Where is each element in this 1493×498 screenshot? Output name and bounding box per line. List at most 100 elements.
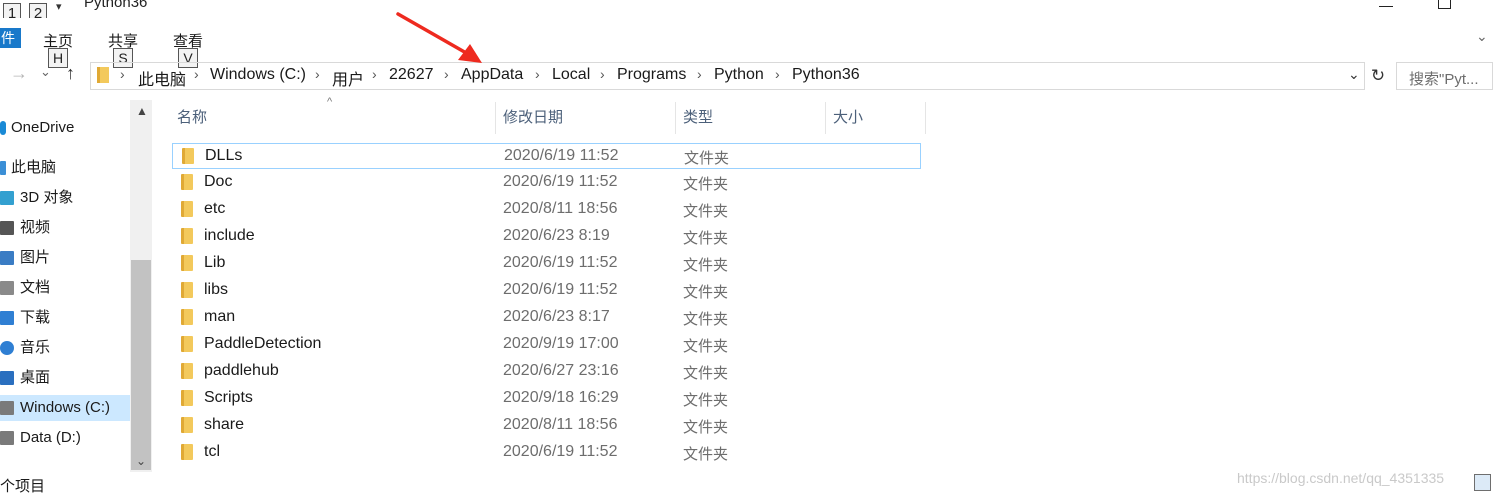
file-type: 文件夹 [683, 365, 729, 382]
column-header-name[interactable]: 名称 [177, 106, 207, 134]
file-date: 2020/6/19 11:52 [503, 254, 618, 271]
breadcrumb-users[interactable]: 用户 [332, 66, 364, 90]
nav-item[interactable]: 图片 [0, 245, 130, 271]
file-row[interactable]: man 2020/6/23 8:17 文件夹 [172, 305, 921, 331]
file-name: tcl [204, 443, 220, 460]
breadcrumb-python[interactable]: Python [714, 66, 764, 84]
file-type: 文件夹 [683, 338, 729, 355]
nav-item[interactable]: Windows (C:) [0, 395, 130, 421]
breadcrumb-drive-c[interactable]: Windows (C:) [210, 66, 306, 84]
document-icon [0, 281, 14, 295]
file-name: etc [204, 200, 226, 217]
computer-icon [0, 161, 6, 175]
search-input[interactable]: 搜索"Pyt... [1396, 62, 1493, 90]
folder-icon [181, 336, 193, 352]
column-header-size[interactable]: 大小 [833, 106, 863, 134]
file-row[interactable]: share 2020/8/11 18:56 文件夹 [172, 413, 921, 439]
file-type: 文件夹 [683, 419, 729, 436]
file-row[interactable]: Doc 2020/6/19 11:52 文件夹 [172, 170, 921, 196]
nav-item-label: 3D 对象 [20, 189, 74, 206]
nav-item[interactable]: 桌面 [0, 365, 130, 391]
nav-item[interactable]: 此电脑 [0, 155, 130, 181]
file-name: PaddleDetection [204, 335, 322, 352]
file-date: 2020/6/19 11:52 [503, 443, 618, 460]
window-title: Python36 [84, 0, 148, 11]
nav-item-label: Data (D:) [20, 429, 81, 446]
folder-icon [181, 444, 193, 460]
column-header-type[interactable]: 类型 [683, 106, 713, 134]
folder-icon [181, 201, 193, 217]
breadcrumb-separator: › [535, 66, 540, 82]
nav-item[interactable]: OneDrive [0, 115, 130, 141]
file-name: man [204, 308, 236, 325]
address-dropdown-icon[interactable]: ⌄ [1348, 66, 1360, 83]
nav-item-label: 图片 [20, 249, 51, 266]
file-date: 2020/8/11 18:56 [503, 200, 618, 217]
file-row[interactable]: DLLs 2020/6/19 11:52 文件夹 [172, 143, 921, 169]
file-name: Lib [204, 254, 226, 271]
file-date: 2020/6/23 8:17 [503, 308, 610, 325]
nav-item[interactable]: 视频 [0, 215, 130, 241]
details-view-icon[interactable] [1474, 474, 1491, 491]
file-row[interactable]: PaddleDetection 2020/9/19 17:00 文件夹 [172, 332, 921, 358]
breadcrumb-local[interactable]: Local [552, 66, 590, 84]
maximize-button[interactable] [1438, 0, 1451, 9]
folder-icon [181, 417, 193, 433]
file-date: 2020/6/19 11:52 [504, 147, 619, 164]
column-divider[interactable] [825, 102, 826, 134]
file-date: 2020/6/27 23:16 [503, 362, 619, 379]
breadcrumb-programs[interactable]: Programs [617, 66, 686, 84]
status-item-count: 个项目 [0, 478, 46, 495]
nav-pane-scroll-thumb[interactable] [131, 260, 151, 470]
file-tab[interactable]: 件 [0, 28, 21, 48]
music-note-icon [0, 341, 14, 355]
column-divider[interactable] [675, 102, 676, 134]
film-icon [0, 221, 14, 235]
breadcrumb-separator: › [315, 66, 320, 82]
ribbon-expand-icon[interactable]: ⌄ [1476, 28, 1488, 45]
file-row[interactable]: Scripts 2020/9/18 16:29 文件夹 [172, 386, 921, 412]
nav-item[interactable]: Data (D:) [0, 425, 130, 451]
file-row[interactable]: Lib 2020/6/19 11:52 文件夹 [172, 251, 921, 277]
drive-icon [0, 401, 14, 415]
file-name: share [204, 416, 245, 433]
file-date: 2020/8/11 18:56 [503, 416, 618, 433]
column-divider[interactable] [495, 102, 496, 134]
file-date: 2020/6/19 11:52 [503, 281, 618, 298]
drive-icon [0, 431, 14, 445]
file-row[interactable]: tcl 2020/6/19 11:52 文件夹 [172, 440, 921, 466]
breadcrumb-separator: › [194, 66, 199, 82]
cube-icon [0, 191, 14, 205]
minimize-button[interactable] [1379, 6, 1393, 7]
column-divider[interactable] [925, 102, 926, 134]
file-name: include [204, 227, 255, 244]
keytip-home: H [48, 48, 68, 68]
file-name: Doc [204, 173, 233, 190]
file-type: 文件夹 [684, 150, 730, 167]
breadcrumb-python36[interactable]: Python36 [792, 66, 860, 84]
download-arrow-icon [0, 311, 14, 325]
file-row[interactable]: etc 2020/8/11 18:56 文件夹 [172, 197, 921, 223]
caret-down-icon[interactable]: ▾ [56, 0, 62, 13]
breadcrumb-this-pc[interactable]: 此电脑 [138, 66, 186, 90]
desktop-icon [0, 371, 14, 385]
forward-arrow-icon[interactable]: → [10, 63, 28, 84]
recent-locations-icon[interactable]: ⌄ [40, 64, 51, 80]
nav-item-label: 此电脑 [11, 159, 57, 176]
file-type: 文件夹 [683, 311, 729, 328]
scroll-up-icon[interactable]: ▲ [136, 104, 148, 118]
file-row[interactable]: libs 2020/6/19 11:52 文件夹 [172, 278, 921, 304]
file-date: 2020/6/23 8:19 [503, 227, 610, 244]
refresh-icon[interactable]: ↻ [1368, 63, 1388, 89]
sort-ascending-icon: ^ [327, 96, 333, 108]
nav-item[interactable]: 3D 对象 [0, 185, 130, 211]
breadcrumb-separator: › [600, 66, 605, 82]
file-row[interactable]: paddlehub 2020/6/27 23:16 文件夹 [172, 359, 921, 385]
up-arrow-icon[interactable]: ↑ [66, 63, 75, 84]
nav-item[interactable]: 音乐 [0, 335, 130, 361]
nav-item[interactable]: 文档 [0, 275, 130, 301]
scroll-down-icon[interactable]: ⌄ [136, 454, 146, 468]
file-row[interactable]: include 2020/6/23 8:19 文件夹 [172, 224, 921, 250]
nav-item[interactable]: 下载 [0, 305, 130, 331]
column-header-date[interactable]: 修改日期 [503, 106, 563, 134]
